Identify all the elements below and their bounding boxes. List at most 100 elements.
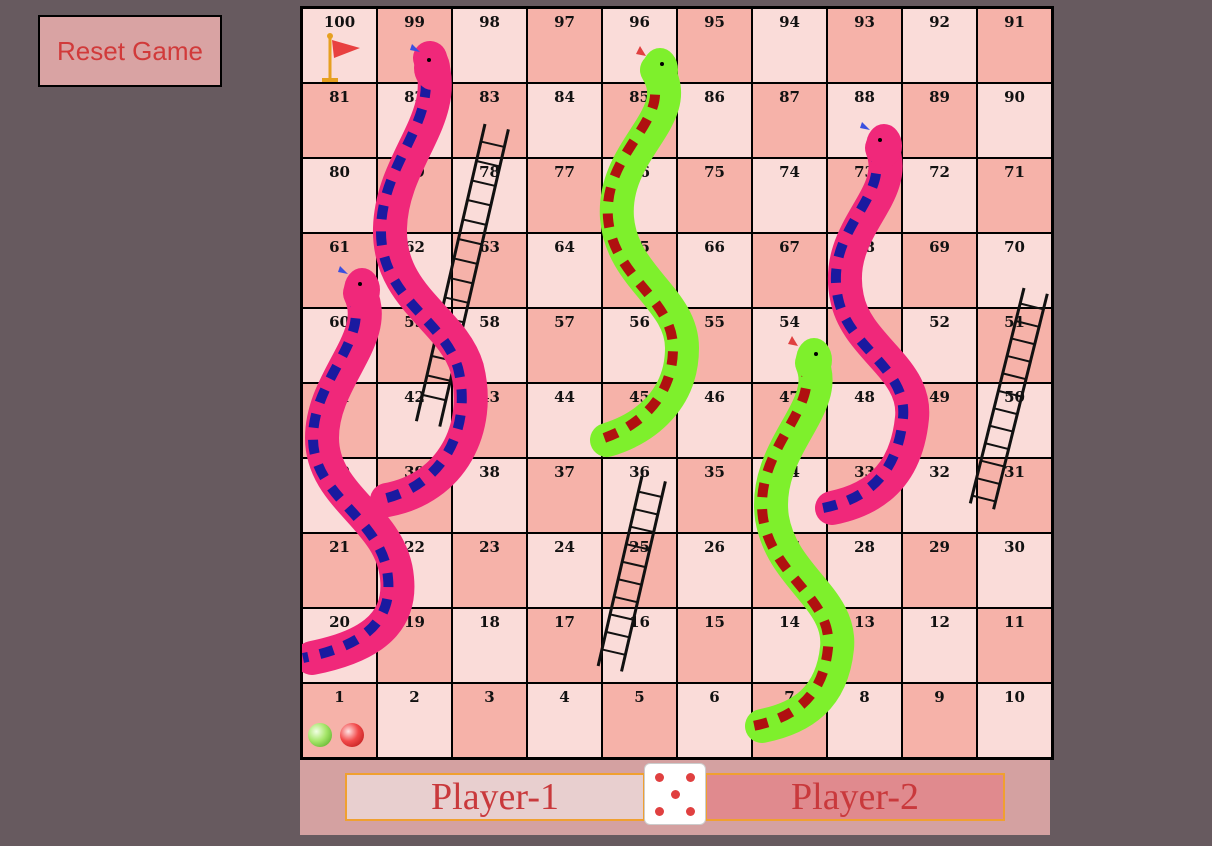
board-square: 86 <box>677 83 752 158</box>
board-square: 69 <box>902 233 977 308</box>
board-square: 19 <box>377 608 452 683</box>
board-square: 22 <box>377 533 452 608</box>
square-number: 85 <box>629 88 650 106</box>
square-number: 55 <box>704 313 725 331</box>
board-square: 35 <box>677 458 752 533</box>
board-square: 67 <box>752 233 827 308</box>
board-square: 82 <box>377 83 452 158</box>
dice-pip <box>686 807 695 816</box>
player-2-label: Player-2 <box>705 773 1005 821</box>
board-square: 39 <box>377 458 452 533</box>
board-square: 1 <box>302 683 377 758</box>
square-number: 70 <box>1004 238 1025 256</box>
square-number: 67 <box>779 238 800 256</box>
square-number: 4 <box>559 688 570 706</box>
square-number: 11 <box>1004 613 1025 631</box>
square-number: 95 <box>704 13 725 31</box>
board-square: 64 <box>527 233 602 308</box>
board-square: 44 <box>527 383 602 458</box>
square-number: 56 <box>629 313 650 331</box>
square-number: 21 <box>329 538 350 556</box>
board-square: 21 <box>302 533 377 608</box>
square-number: 20 <box>329 613 350 631</box>
board-square: 99 <box>377 8 452 83</box>
square-number: 43 <box>479 388 500 406</box>
board-square: 11 <box>977 608 1052 683</box>
board-square: 90 <box>977 83 1052 158</box>
square-number: 23 <box>479 538 500 556</box>
board-square: 84 <box>527 83 602 158</box>
square-number: 49 <box>929 388 950 406</box>
board-square: 71 <box>977 158 1052 233</box>
square-number: 27 <box>779 538 800 556</box>
board-square: 77 <box>527 158 602 233</box>
square-number: 7 <box>784 688 795 706</box>
square-number: 61 <box>329 238 350 256</box>
dice-icon[interactable] <box>644 763 706 825</box>
board-square: 36 <box>602 458 677 533</box>
board-square: 89 <box>902 83 977 158</box>
board-square: 98 <box>452 8 527 83</box>
square-number: 48 <box>854 388 875 406</box>
square-number: 1 <box>334 688 345 706</box>
board-square: 43 <box>452 383 527 458</box>
square-number: 15 <box>704 613 725 631</box>
board-square: 59 <box>377 308 452 383</box>
board-square: 65 <box>602 233 677 308</box>
square-number: 39 <box>404 463 425 481</box>
square-number: 10 <box>1004 688 1025 706</box>
square-number: 22 <box>404 538 425 556</box>
square-number: 88 <box>854 88 875 106</box>
board-square: 68 <box>827 233 902 308</box>
board-square: 53 <box>827 308 902 383</box>
square-number: 16 <box>629 613 650 631</box>
square-number: 81 <box>329 88 350 106</box>
square-number: 18 <box>479 613 500 631</box>
square-number: 71 <box>1004 163 1025 181</box>
square-number: 66 <box>704 238 725 256</box>
square-number: 100 <box>323 13 356 31</box>
board-square: 55 <box>677 308 752 383</box>
board-square: 100 <box>302 8 377 83</box>
board-square: 14 <box>752 608 827 683</box>
player-2-piece[interactable] <box>340 723 364 747</box>
square-number: 34 <box>779 463 800 481</box>
board-square: 7 <box>752 683 827 758</box>
board-square: 91 <box>977 8 1052 83</box>
square-number: 83 <box>479 88 500 106</box>
dice-pip <box>655 807 664 816</box>
board-square: 76 <box>602 158 677 233</box>
board-square: 66 <box>677 233 752 308</box>
board-square: 94 <box>752 8 827 83</box>
player-1-piece[interactable] <box>308 723 332 747</box>
square-number: 9 <box>934 688 945 706</box>
square-number: 91 <box>1004 13 1025 31</box>
square-number: 74 <box>779 163 800 181</box>
board-square: 32 <box>902 458 977 533</box>
square-number: 93 <box>854 13 875 31</box>
square-number: 60 <box>329 313 350 331</box>
square-number: 52 <box>929 313 950 331</box>
board-square: 57 <box>527 308 602 383</box>
square-number: 79 <box>404 163 425 181</box>
board-square: 25 <box>602 533 677 608</box>
board-square: 3 <box>452 683 527 758</box>
board-square: 30 <box>977 533 1052 608</box>
square-number: 92 <box>929 13 950 31</box>
board-square: 73 <box>827 158 902 233</box>
reset-game-button[interactable]: Reset Game <box>38 15 222 87</box>
board-square: 6 <box>677 683 752 758</box>
square-number: 89 <box>929 88 950 106</box>
dice-pip <box>686 773 695 782</box>
square-number: 17 <box>554 613 575 631</box>
square-number: 97 <box>554 13 575 31</box>
square-number: 80 <box>329 163 350 181</box>
board-square: 33 <box>827 458 902 533</box>
square-number: 87 <box>779 88 800 106</box>
board-square: 12 <box>902 608 977 683</box>
dice-pip <box>671 790 680 799</box>
square-number: 36 <box>629 463 650 481</box>
board-square: 62 <box>377 233 452 308</box>
board-square: 31 <box>977 458 1052 533</box>
board-square: 52 <box>902 308 977 383</box>
